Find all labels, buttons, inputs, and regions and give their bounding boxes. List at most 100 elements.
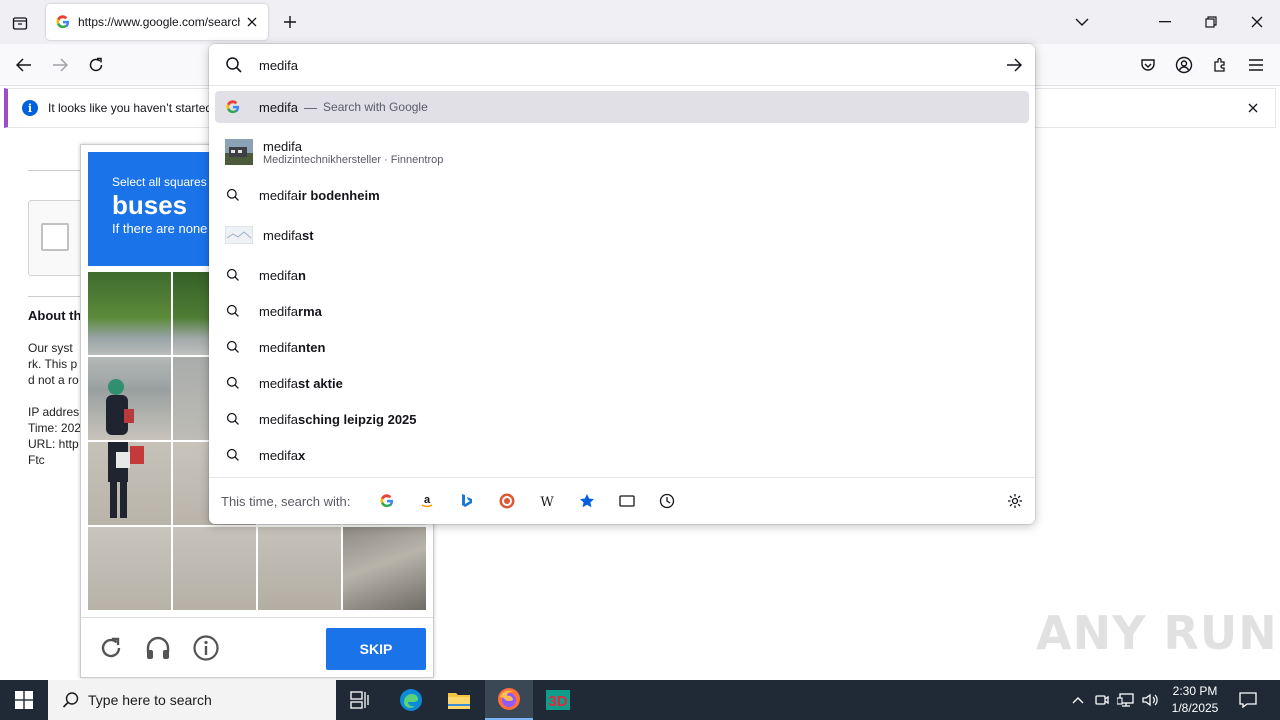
firefox-taskbar-icon[interactable] bbox=[485, 680, 533, 720]
bookmarks-icon[interactable] bbox=[577, 491, 597, 511]
restore-icon[interactable] bbox=[1199, 10, 1223, 34]
tabs-icon[interactable] bbox=[617, 491, 637, 511]
tab-title: https://www.google.com/search bbox=[78, 15, 240, 29]
menu-icon[interactable] bbox=[1244, 53, 1268, 77]
minimize-icon[interactable] bbox=[1153, 10, 1177, 34]
google-favicon-icon bbox=[56, 15, 70, 29]
go-arrow-icon[interactable] bbox=[1003, 54, 1025, 76]
result-subtitle: Medizintechnikhersteller · Finnentrop bbox=[263, 153, 444, 166]
captcha-tile[interactable] bbox=[88, 272, 171, 355]
tab-bar: https://www.google.com/search bbox=[0, 0, 1280, 44]
taskbar-search-box[interactable]: Type here to search bbox=[48, 680, 336, 720]
search-icon bbox=[219, 446, 247, 464]
close-notification-icon[interactable] bbox=[1245, 100, 1261, 116]
urlbar-result-suggestion[interactable]: medifa x bbox=[215, 439, 1029, 471]
urlbar-result-suggestion[interactable]: medifa sching leipzig 2025 bbox=[215, 403, 1029, 435]
urlbar-result-entity[interactable]: medifa Medizintechnikhersteller · Finnen… bbox=[215, 132, 1029, 172]
help-info-icon[interactable] bbox=[192, 634, 220, 662]
task-view-icon[interactable] bbox=[336, 680, 384, 720]
suggestion-completion: st bbox=[302, 227, 314, 243]
bing-icon[interactable] bbox=[457, 491, 477, 511]
amazon-icon[interactable]: a bbox=[417, 491, 437, 511]
close-tab-icon[interactable] bbox=[244, 14, 260, 30]
file-explorer-icon[interactable] bbox=[435, 680, 483, 720]
new-tab-icon[interactable] bbox=[280, 12, 300, 32]
edge-icon[interactable] bbox=[387, 680, 435, 720]
audio-challenge-icon[interactable] bbox=[144, 634, 172, 662]
search-icon bbox=[219, 302, 247, 320]
captcha-tile[interactable] bbox=[88, 442, 171, 525]
suggestion-prefix: medifa bbox=[263, 227, 303, 243]
captcha-tile[interactable] bbox=[173, 527, 256, 610]
search-icon bbox=[219, 410, 247, 428]
one-off-label: This time, search with: bbox=[221, 493, 351, 509]
page-text-line: Our syst bbox=[28, 341, 73, 355]
urlbar-result-suggestion[interactable]: medifa rma bbox=[215, 295, 1029, 327]
urlbar-result-suggestion[interactable]: medifa n bbox=[215, 259, 1029, 291]
list-all-tabs-icon[interactable] bbox=[1070, 10, 1094, 34]
wikipedia-icon[interactable]: W bbox=[537, 491, 557, 511]
suggestion-prefix: medifa bbox=[259, 303, 299, 319]
notifications-icon[interactable] bbox=[1238, 690, 1258, 710]
suggestion-completion: rma bbox=[298, 303, 322, 319]
network-icon[interactable] bbox=[1116, 690, 1136, 710]
recaptcha-checkbox[interactable] bbox=[41, 223, 69, 251]
result-text: medifa bbox=[259, 99, 299, 115]
reload-icon[interactable] bbox=[84, 53, 108, 77]
suggestion-prefix: medifa bbox=[259, 339, 299, 355]
3d-viewer-icon[interactable]: 3D bbox=[534, 680, 582, 720]
entity-thumbnail bbox=[225, 139, 253, 165]
captcha-tile[interactable] bbox=[88, 527, 171, 610]
recaptcha-widget bbox=[28, 200, 88, 276]
suggestion-prefix: medifa bbox=[259, 411, 299, 427]
search-settings-icon[interactable] bbox=[1005, 491, 1025, 511]
search-icon bbox=[219, 266, 247, 284]
divider bbox=[28, 170, 88, 171]
browser-tab-google[interactable]: https://www.google.com/search bbox=[46, 4, 268, 40]
history-icon[interactable] bbox=[657, 491, 677, 511]
urlbar-result-suggestion[interactable]: medifa ir bodenheim bbox=[215, 179, 1029, 211]
page-heading: About th bbox=[28, 308, 80, 323]
urlbar bbox=[209, 44, 1035, 86]
suggestion-prefix: medifa bbox=[259, 447, 299, 463]
captcha-tile[interactable] bbox=[258, 527, 341, 610]
page-text-line: Ftc bbox=[28, 453, 45, 467]
google-icon[interactable] bbox=[377, 491, 397, 511]
page-text-line: IP addres bbox=[28, 405, 80, 419]
duckduckgo-icon[interactable] bbox=[497, 491, 517, 511]
extensions-icon[interactable] bbox=[1208, 53, 1232, 77]
result-separator: — bbox=[304, 99, 318, 115]
urlbar-result-suggestion[interactable]: medifa nten bbox=[215, 331, 1029, 363]
urlbar-result-search-google[interactable]: medifa — Search with Google bbox=[215, 91, 1029, 123]
search-icon bbox=[219, 374, 247, 392]
anyrun-watermark: ANY RUN bbox=[1036, 606, 1278, 660]
svg-text:W: W bbox=[540, 495, 554, 507]
chevron-up-icon[interactable] bbox=[1068, 690, 1088, 710]
urlbar-result-entity[interactable]: medifa st bbox=[215, 219, 1029, 251]
captcha-tile[interactable] bbox=[88, 357, 171, 440]
suggestion-prefix: medifa bbox=[259, 267, 299, 283]
back-icon[interactable] bbox=[12, 53, 36, 77]
svg-text:a: a bbox=[424, 494, 431, 506]
suggestion-completion: ir bodenheim bbox=[298, 187, 380, 203]
taskbar-search-placeholder: Type here to search bbox=[88, 692, 212, 708]
suggestion-completion: nten bbox=[298, 339, 326, 355]
pocket-icon[interactable] bbox=[1136, 53, 1160, 77]
captcha-tile[interactable] bbox=[343, 527, 426, 610]
forward-icon[interactable] bbox=[48, 53, 72, 77]
skip-button[interactable]: SKIP bbox=[326, 628, 426, 670]
close-window-icon[interactable] bbox=[1245, 10, 1269, 34]
urlbar-result-suggestion[interactable]: medifa st aktie bbox=[215, 367, 1029, 399]
firefox-view-icon[interactable] bbox=[8, 11, 32, 35]
search-icon bbox=[219, 186, 247, 204]
result-text: medifa bbox=[263, 138, 303, 154]
captcha-footer: SKIP bbox=[81, 617, 433, 677]
volume-icon[interactable] bbox=[1140, 690, 1160, 710]
meet-now-icon[interactable] bbox=[1092, 690, 1112, 710]
reload-challenge-icon[interactable] bbox=[97, 634, 125, 662]
account-icon[interactable] bbox=[1172, 53, 1196, 77]
urlbar-input[interactable] bbox=[259, 55, 959, 75]
windows-start-icon[interactable] bbox=[0, 680, 48, 720]
taskbar-clock[interactable]: 2:30 PM 1/8/2025 bbox=[1162, 683, 1228, 717]
svg-text:3D: 3D bbox=[548, 693, 567, 710]
